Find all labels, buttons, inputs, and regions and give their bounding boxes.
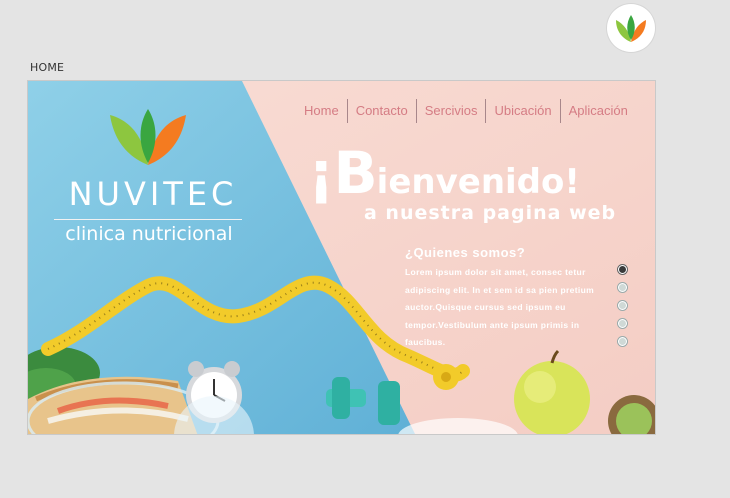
brand-divider bbox=[54, 219, 242, 220]
nav-home[interactable]: Home bbox=[296, 99, 347, 123]
slider-dot[interactable] bbox=[618, 337, 627, 346]
slider-dot[interactable] bbox=[618, 283, 627, 292]
website-preview: Home Contacto Sercivios Ubicación Aplica… bbox=[27, 80, 656, 435]
slider-dot[interactable] bbox=[618, 319, 627, 328]
hero-background-image bbox=[28, 81, 655, 434]
welcome-title-initial: ¡B bbox=[308, 139, 378, 207]
slider-dot[interactable] bbox=[618, 301, 627, 310]
nav-sercivios[interactable]: Sercivios bbox=[417, 99, 486, 123]
nav-ubicacion[interactable]: Ubicación bbox=[486, 99, 559, 123]
brand-tagline: clinica nutricional bbox=[65, 223, 233, 245]
main-nav: Home Contacto Sercivios Ubicación Aplica… bbox=[296, 99, 636, 123]
leaf-logo-icon bbox=[616, 15, 646, 42]
about-text: Lorem ipsum dolor sit amet, consec tetur… bbox=[405, 267, 595, 347]
welcome-title-rest: ienvenido! bbox=[376, 162, 580, 202]
page-label: HOME bbox=[30, 61, 65, 74]
app-logo[interactable] bbox=[607, 4, 655, 52]
slider-dots bbox=[618, 265, 627, 355]
welcome-subtitle: a nuestra pagina web bbox=[364, 202, 617, 224]
slider-dot[interactable] bbox=[618, 265, 627, 274]
brand-name: NUVITEC bbox=[68, 175, 238, 213]
nav-contacto[interactable]: Contacto bbox=[348, 99, 416, 123]
welcome-title: ¡Bienvenido! bbox=[308, 139, 580, 207]
about-title: ¿Quienes somos? bbox=[405, 245, 526, 260]
nav-aplicacion[interactable]: Aplicación bbox=[561, 99, 636, 123]
